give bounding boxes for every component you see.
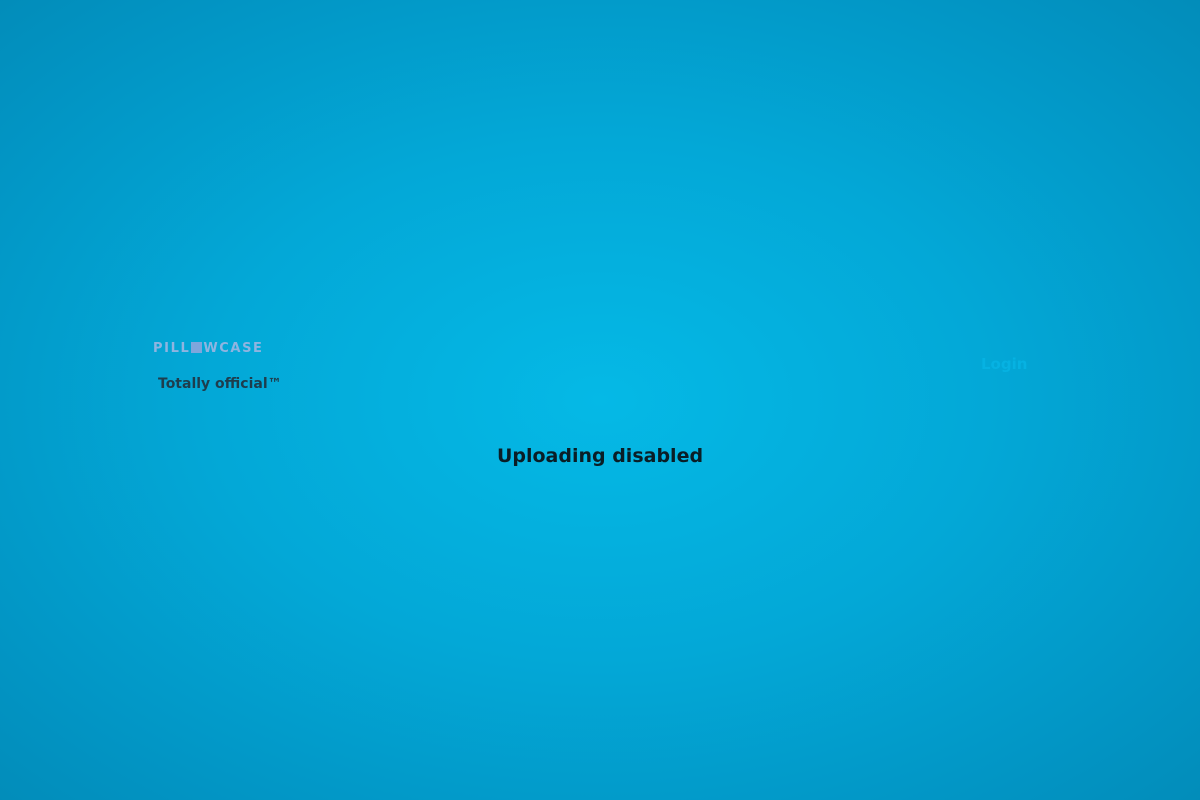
brand-home-link[interactable]: PILL WCASE Totally official™	[150, 338, 292, 396]
logo-text-end: WCASE	[203, 341, 264, 356]
site-header: PILL WCASE Totally official™ Login	[0, 338, 1200, 398]
pillowcase-logo: PILL WCASE	[153, 341, 264, 357]
logo-square-icon	[191, 342, 203, 353]
logo-text-start: PILL	[153, 341, 191, 356]
login-link[interactable]: Login	[981, 355, 1027, 373]
site-tagline: Totally official™	[158, 376, 282, 392]
upload-status-message: Uploading disabled	[496, 445, 704, 467]
